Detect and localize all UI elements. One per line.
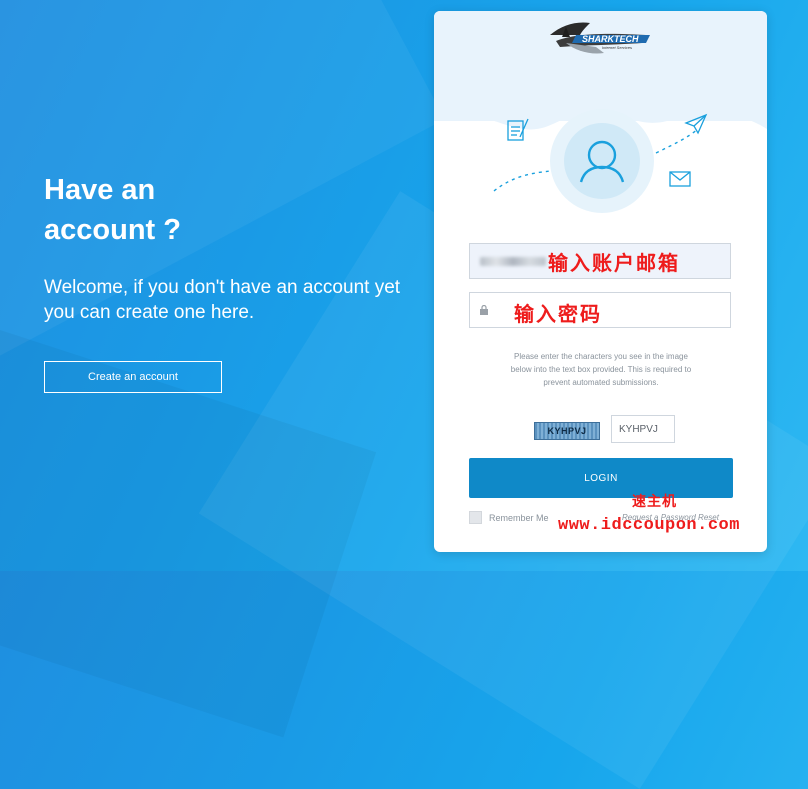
notepad-icon — [507, 118, 529, 141]
redacted-email — [480, 257, 546, 266]
captcha-instructions: Please enter the characters you see in t… — [510, 352, 692, 387]
email-annotation: 输入账户邮箱 — [548, 251, 680, 275]
lock-icon — [480, 305, 488, 315]
captcha-image: KYHPVJ — [534, 422, 600, 440]
watermark-url: www.idccoupon.com — [558, 516, 740, 535]
envelope-icon — [669, 171, 691, 187]
logo-brand: SHARKTECH — [582, 34, 639, 44]
signup-promo: Have an account ? Welcome, if you don't … — [44, 170, 400, 393]
create-account-button[interactable]: Create an account — [44, 361, 222, 393]
watermark-site-name: 速主机 — [632, 494, 677, 510]
promo-heading: Have an account ? — [44, 174, 181, 246]
promo-welcome-text: Welcome, if you don't have an account ye… — [44, 277, 401, 323]
paper-plane-icon — [684, 113, 708, 135]
login-illustration — [493, 109, 708, 213]
avatar-inner-circle — [564, 123, 640, 199]
sharktech-logo: SHARKTECH Internet Services — [550, 22, 650, 54]
password-annotation: 输入密码 — [514, 302, 602, 326]
login-card: SHARKTECH Internet Services 输入账户邮箱 输入密码 … — [434, 11, 767, 552]
remember-me-checkbox[interactable] — [469, 511, 482, 524]
remember-me[interactable]: Remember Me — [469, 511, 549, 524]
remember-me-label: Remember Me — [489, 512, 549, 523]
login-button[interactable]: LOGIN — [469, 458, 733, 498]
logo-tagline: Internet Services — [602, 45, 632, 50]
captcha-input[interactable] — [611, 415, 675, 443]
